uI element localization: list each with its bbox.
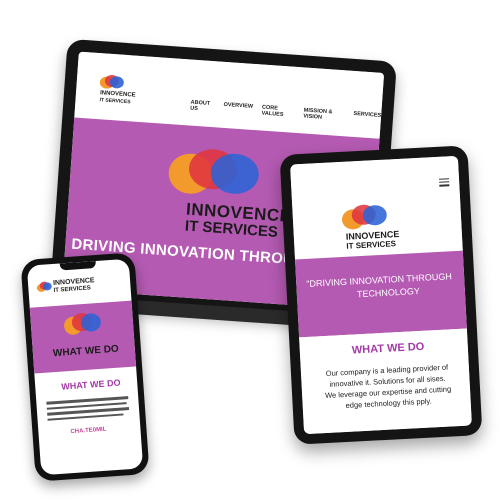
tablet-section-title: WHAT WE DO bbox=[351, 340, 425, 357]
laptop-brand-line2: IT SERVICES bbox=[99, 97, 131, 106]
tablet-tagline-line1: "DRIVING INNOVATION THROUGH bbox=[306, 271, 453, 289]
phone-hero-section: WHAT WE DO bbox=[29, 300, 137, 374]
phone-body-text bbox=[46, 393, 130, 424]
phone-hero-logo-icon bbox=[64, 313, 101, 335]
nav-about-us[interactable]: ABOUT US bbox=[190, 100, 215, 114]
phone-brand-logo-icon bbox=[36, 281, 52, 292]
phone-section-title: WHAT WE DO bbox=[60, 377, 121, 392]
hamburger-menu-icon[interactable] bbox=[438, 178, 450, 187]
tablet-tagline-line2: TECHNOLOGY bbox=[356, 285, 421, 300]
phone-frame: INNOVENCE IT SERVICES WHAT WE DO WHAT WE… bbox=[20, 252, 150, 482]
hero-logo-icon bbox=[168, 149, 259, 194]
tablet-hero-section: "DRIVING INNOVATION THROUGH TECHNOLOGY bbox=[295, 250, 467, 338]
phone-brand-line2: IT SERVICES bbox=[53, 285, 91, 294]
nav-services[interactable]: SERVICES bbox=[353, 111, 381, 125]
tablet-brand-line2: IT SERVICES bbox=[346, 239, 397, 251]
laptop-nav-links: ABOUT US OVERVIEW CORE VALUES MISSION & … bbox=[190, 100, 381, 125]
nav-overview[interactable]: OVERVIEW bbox=[223, 102, 253, 116]
nav-mission-vision[interactable]: MISSION & VISION bbox=[303, 107, 345, 122]
phone-notch bbox=[59, 261, 97, 271]
phone-device: INNOVENCE IT SERVICES WHAT WE DO WHAT WE… bbox=[20, 252, 150, 482]
tablet-device: INNOVENCE IT SERVICES "DRIVING INNOVATIO… bbox=[279, 145, 483, 445]
tablet-frame: INNOVENCE IT SERVICES "DRIVING INNOVATIO… bbox=[279, 145, 483, 445]
tablet-content-section: WHAT WE DO Our company is a leading prov… bbox=[299, 328, 472, 435]
tablet-screen: INNOVENCE IT SERVICES "DRIVING INNOVATIO… bbox=[290, 155, 472, 435]
tablet-logo-icon bbox=[342, 204, 387, 230]
tablet-header: INNOVENCE IT SERVICES bbox=[290, 155, 463, 260]
phone-hero-title: WHAT WE DO bbox=[52, 343, 120, 360]
phone-screen: INNOVENCE IT SERVICES WHAT WE DO WHAT WE… bbox=[26, 258, 144, 476]
nav-core-values[interactable]: CORE VALUES bbox=[261, 105, 295, 119]
tablet-body-text: Our company is a leading provider of inn… bbox=[307, 361, 469, 413]
phone-cta-link[interactable]: CHA.TE0MIL bbox=[70, 427, 106, 435]
brand-logo-icon bbox=[99, 74, 124, 89]
